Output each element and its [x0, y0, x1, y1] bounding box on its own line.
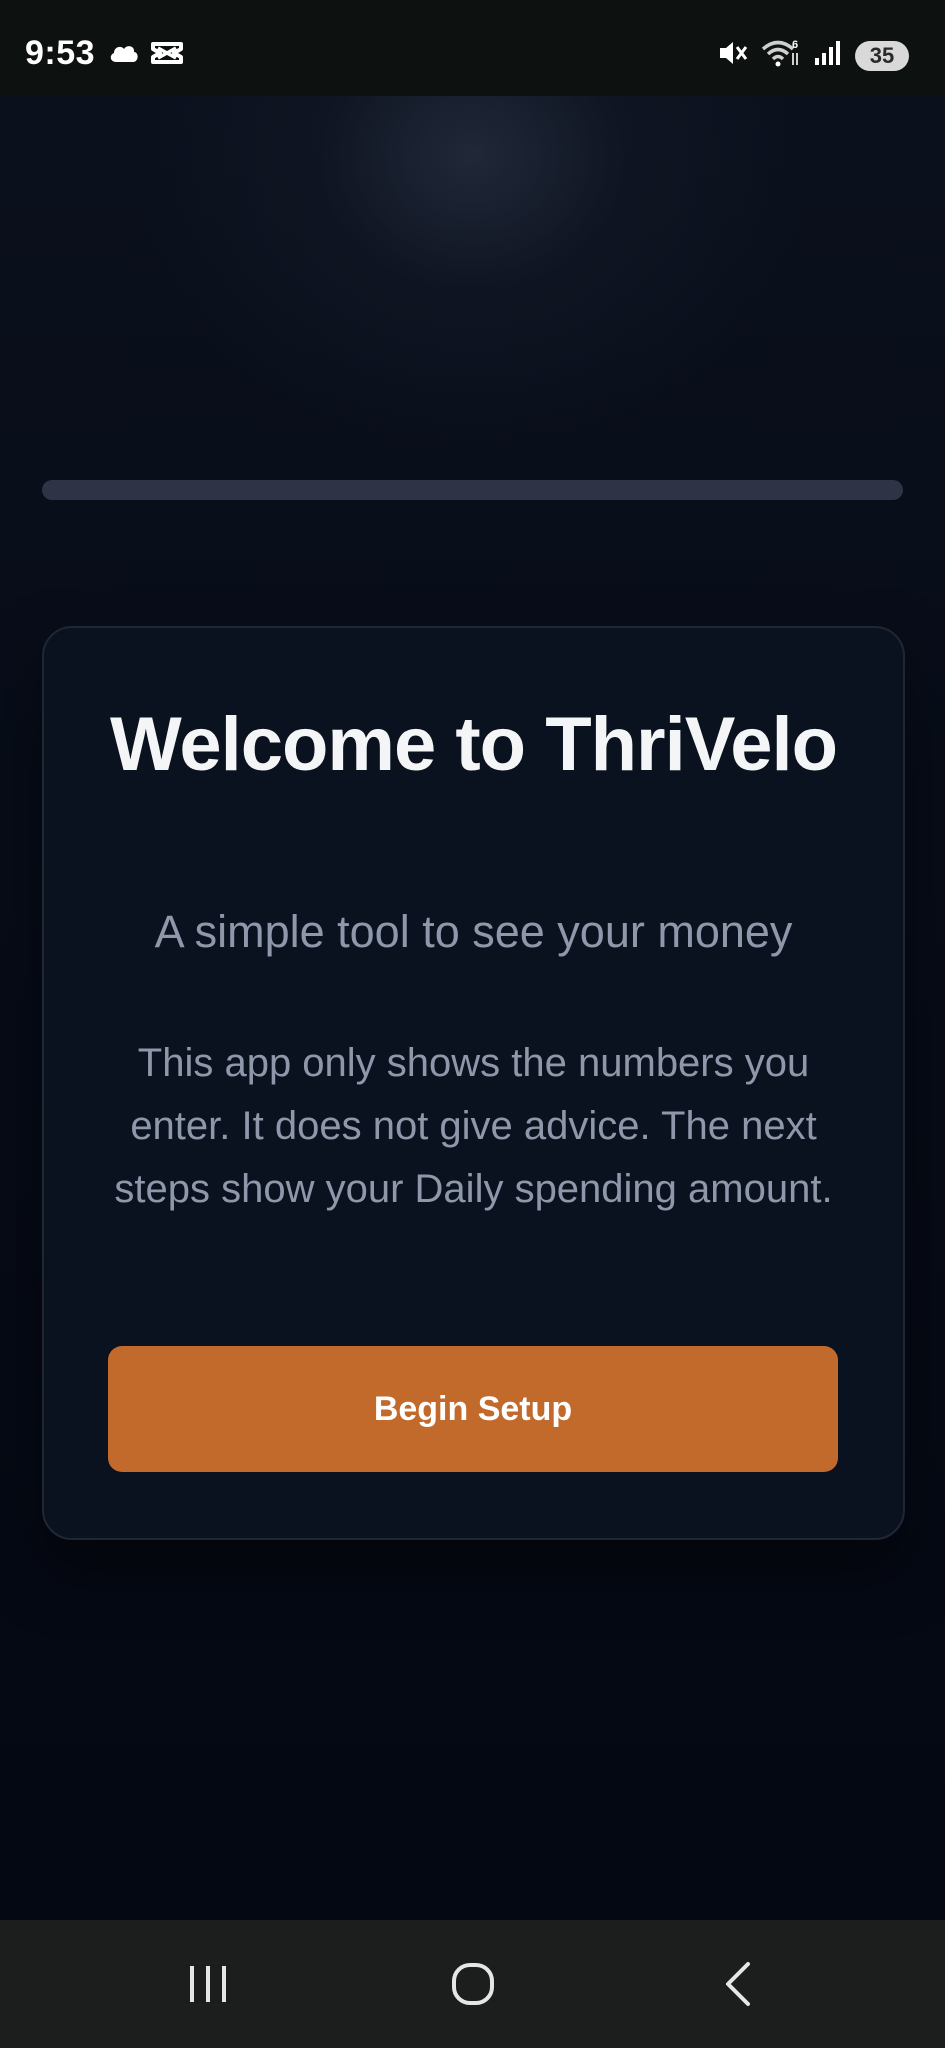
- navigation-bar: [0, 1920, 945, 2048]
- recent-apps-button[interactable]: [168, 1954, 248, 2014]
- home-button[interactable]: [433, 1954, 513, 2014]
- status-right-icons: 6 35: [717, 38, 909, 73]
- back-icon: [726, 1962, 750, 2006]
- capcut-icon: [150, 40, 184, 71]
- welcome-subtitle: A simple tool to see your money: [154, 906, 793, 957]
- status-bar: 9:53 6 35: [0, 0, 945, 96]
- wifi-icon: 6: [761, 38, 801, 73]
- recent-apps-icon: [190, 1966, 226, 2002]
- welcome-card: Welcome to ThriVelo A simple tool to see…: [42, 626, 905, 1540]
- status-left-icons: [108, 40, 184, 71]
- status-time: 9:53: [25, 34, 96, 72]
- back-button[interactable]: [698, 1954, 778, 2014]
- welcome-description: This app only shows the numbers you ente…: [114, 1041, 833, 1211]
- signal-icon: [813, 39, 843, 72]
- svg-text:6: 6: [792, 39, 798, 51]
- battery-icon: 35: [855, 40, 909, 71]
- mute-icon: [717, 38, 749, 73]
- welcome-title: Welcome to ThriVelo: [109, 702, 838, 787]
- home-icon: [452, 1963, 494, 2005]
- main-content: Welcome to ThriVelo A simple tool to see…: [0, 96, 945, 1920]
- screen: 9:53 6 35 Welcome to ThriVelo A simple t…: [0, 0, 945, 2048]
- begin-setup-button[interactable]: Begin Setup: [108, 1346, 838, 1472]
- setup-progress-bar: [42, 480, 903, 500]
- cloud-icon: [108, 42, 140, 69]
